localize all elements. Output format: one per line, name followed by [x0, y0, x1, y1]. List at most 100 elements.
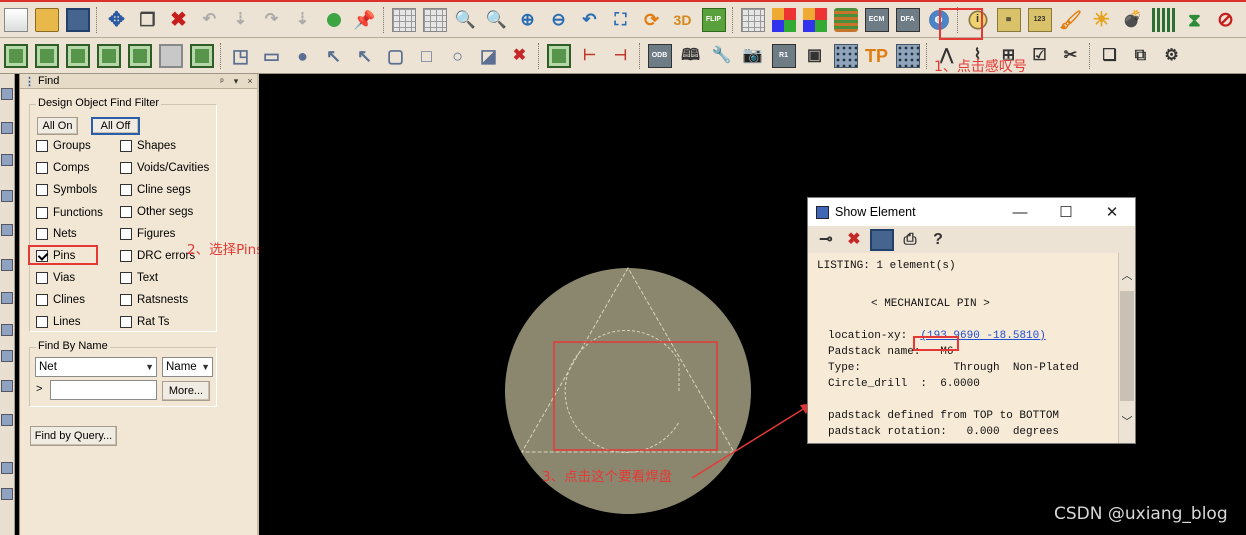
- grid-setup-icon[interactable]: [740, 7, 765, 32]
- 3d-view-icon[interactable]: 3D: [671, 8, 695, 32]
- component-icon[interactable]: [546, 43, 571, 68]
- add-rect-icon[interactable]: ▭: [260, 44, 284, 68]
- check-icon[interactable]: ☑: [1028, 44, 1052, 68]
- clines-checkbox-box[interactable]: [36, 294, 48, 306]
- step-down-icon[interactable]: ⇣: [229, 8, 253, 32]
- close-panel-button[interactable]: ×: [243, 76, 257, 86]
- refdes-icon[interactable]: R1: [771, 43, 796, 68]
- new-file-icon[interactable]: [3, 7, 28, 32]
- scroll-up-icon[interactable]: ︿: [1119, 267, 1135, 283]
- zoom-point-icon[interactable]: 🔍: [485, 8, 509, 32]
- testpoint-icon[interactable]: TP: [865, 44, 889, 68]
- circle-outline-icon[interactable]: ○: [446, 44, 470, 68]
- measure-icon[interactable]: 123: [1027, 7, 1052, 32]
- window-icon[interactable]: ❏: [1098, 44, 1122, 68]
- left-tool-6-icon[interactable]: [1, 259, 13, 271]
- maximize-button[interactable]: ☐: [1043, 203, 1089, 221]
- flip-icon[interactable]: FLIP: [701, 7, 726, 32]
- cmd-5-icon[interactable]: [127, 43, 152, 68]
- groups-checkbox[interactable]: Groups: [36, 139, 91, 153]
- undo-icon[interactable]: ↶: [198, 8, 222, 32]
- left-tool-10-icon[interactable]: [1, 380, 13, 392]
- cmd-1-icon[interactable]: [3, 43, 28, 68]
- vias-checkbox[interactable]: Vias: [36, 271, 75, 285]
- add-corner-icon[interactable]: ◳: [229, 44, 253, 68]
- more-button[interactable]: More...: [162, 381, 210, 401]
- symbols-checkbox-box[interactable]: [36, 184, 48, 196]
- select-icon[interactable]: ↖: [322, 44, 346, 68]
- zoom-in-icon[interactable]: ⊕: [516, 8, 540, 32]
- arrange-icon[interactable]: ⧉: [1129, 44, 1153, 68]
- layer-stack-icon[interactable]: [833, 7, 858, 32]
- left-tool-9-icon[interactable]: [1, 350, 13, 362]
- move-icon[interactable]: ✥: [105, 8, 129, 32]
- cut-icon[interactable]: ✂: [1059, 44, 1083, 68]
- cline-segs-checkbox[interactable]: Cline segs: [120, 183, 191, 197]
- shapes-checkbox[interactable]: Shapes: [120, 139, 176, 153]
- cmd-3-icon[interactable]: [65, 43, 90, 68]
- step-down-2-icon[interactable]: ⇣: [291, 8, 315, 32]
- redraw-icon[interactable]: ⟳: [640, 8, 664, 32]
- ratsnests-checkbox[interactable]: Ratsnests: [120, 293, 188, 307]
- camera-icon[interactable]: 📷: [741, 44, 765, 68]
- grid-points-icon[interactable]: [422, 7, 447, 32]
- highlight-icon[interactable]: ☀: [1090, 8, 1114, 32]
- pin-icon[interactable]: 📌: [353, 8, 377, 32]
- left-tool-4-icon[interactable]: [1, 190, 13, 202]
- dialog-scrollbar[interactable]: ︿ ﹀: [1118, 253, 1135, 443]
- all-on-button[interactable]: All On: [37, 117, 78, 135]
- add-circle-icon[interactable]: ●: [291, 44, 315, 68]
- dimension-2-icon[interactable]: ⊣: [609, 44, 633, 68]
- via-array-icon[interactable]: [895, 43, 920, 68]
- left-tool-13-icon[interactable]: [1, 488, 13, 500]
- grid-toggle-icon[interactable]: [391, 7, 416, 32]
- left-tool-12-icon[interactable]: [1, 462, 13, 474]
- book-icon[interactable]: 🕮: [679, 44, 703, 68]
- vias-checkbox-box[interactable]: [36, 272, 48, 284]
- left-tool-11-icon[interactable]: [1, 414, 13, 426]
- ratsnests-checkbox-box[interactable]: [120, 294, 132, 306]
- scroll-down-icon[interactable]: ﹀: [1119, 413, 1135, 429]
- left-tool-5-icon[interactable]: [1, 224, 13, 236]
- color-icon[interactable]: [771, 7, 796, 32]
- comps-checkbox-box[interactable]: [36, 162, 48, 174]
- cline-segs-checkbox-box[interactable]: [120, 184, 132, 196]
- odb-icon[interactable]: ODB: [647, 43, 672, 68]
- bar-chart-icon[interactable]: [1151, 7, 1176, 32]
- left-tool-8-icon[interactable]: [1, 324, 13, 336]
- dimension-icon[interactable]: ⊢: [578, 44, 602, 68]
- help-icon[interactable]: ?: [926, 229, 950, 251]
- delete-shape-icon[interactable]: ✖: [508, 44, 532, 68]
- shape-3-icon[interactable]: ◪: [477, 44, 501, 68]
- wrench-icon[interactable]: 🔧: [710, 44, 734, 68]
- brush-icon[interactable]: 🖌: [1059, 8, 1083, 32]
- lines-checkbox-box[interactable]: [36, 316, 48, 328]
- find-by-query-button[interactable]: Find by Query...: [30, 426, 117, 446]
- save-icon[interactable]: [870, 228, 894, 251]
- figures-checkbox[interactable]: Figures: [120, 227, 175, 241]
- close-x-icon[interactable]: ✖: [842, 229, 866, 251]
- left-tool-7-icon[interactable]: [1, 292, 13, 304]
- clines-checkbox[interactable]: Clines: [36, 293, 85, 307]
- save-icon[interactable]: [65, 7, 90, 32]
- show-measure-icon[interactable]: ≣: [996, 7, 1021, 32]
- drill-icon[interactable]: ▣: [803, 44, 827, 68]
- object-type-select[interactable]: Net ▼: [35, 357, 157, 377]
- open-folder-icon[interactable]: [34, 7, 59, 32]
- no-entry-icon[interactable]: ⊘: [1214, 8, 1238, 32]
- zoom-out-icon[interactable]: ⊖: [547, 8, 571, 32]
- minimize-button[interactable]: —: [997, 204, 1043, 221]
- layer-visibility-icon[interactable]: [802, 7, 827, 32]
- name-mode-select[interactable]: Name ▼: [162, 357, 213, 377]
- rat-ts-checkbox[interactable]: Rat Ts: [120, 315, 169, 329]
- nets-checkbox-box[interactable]: [36, 228, 48, 240]
- zoom-world-icon[interactable]: ⛶: [609, 8, 633, 32]
- redo-icon[interactable]: ↷: [260, 8, 284, 32]
- name-input[interactable]: [50, 380, 157, 400]
- figures-checkbox-box[interactable]: [120, 228, 132, 240]
- other-segs-checkbox-box[interactable]: [120, 206, 132, 218]
- cmd-7-icon[interactable]: [189, 43, 214, 68]
- ecm-icon[interactable]: ECM: [864, 7, 889, 32]
- functions-checkbox-box[interactable]: [36, 207, 48, 219]
- zoom-fit-icon[interactable]: 🔍: [454, 8, 478, 32]
